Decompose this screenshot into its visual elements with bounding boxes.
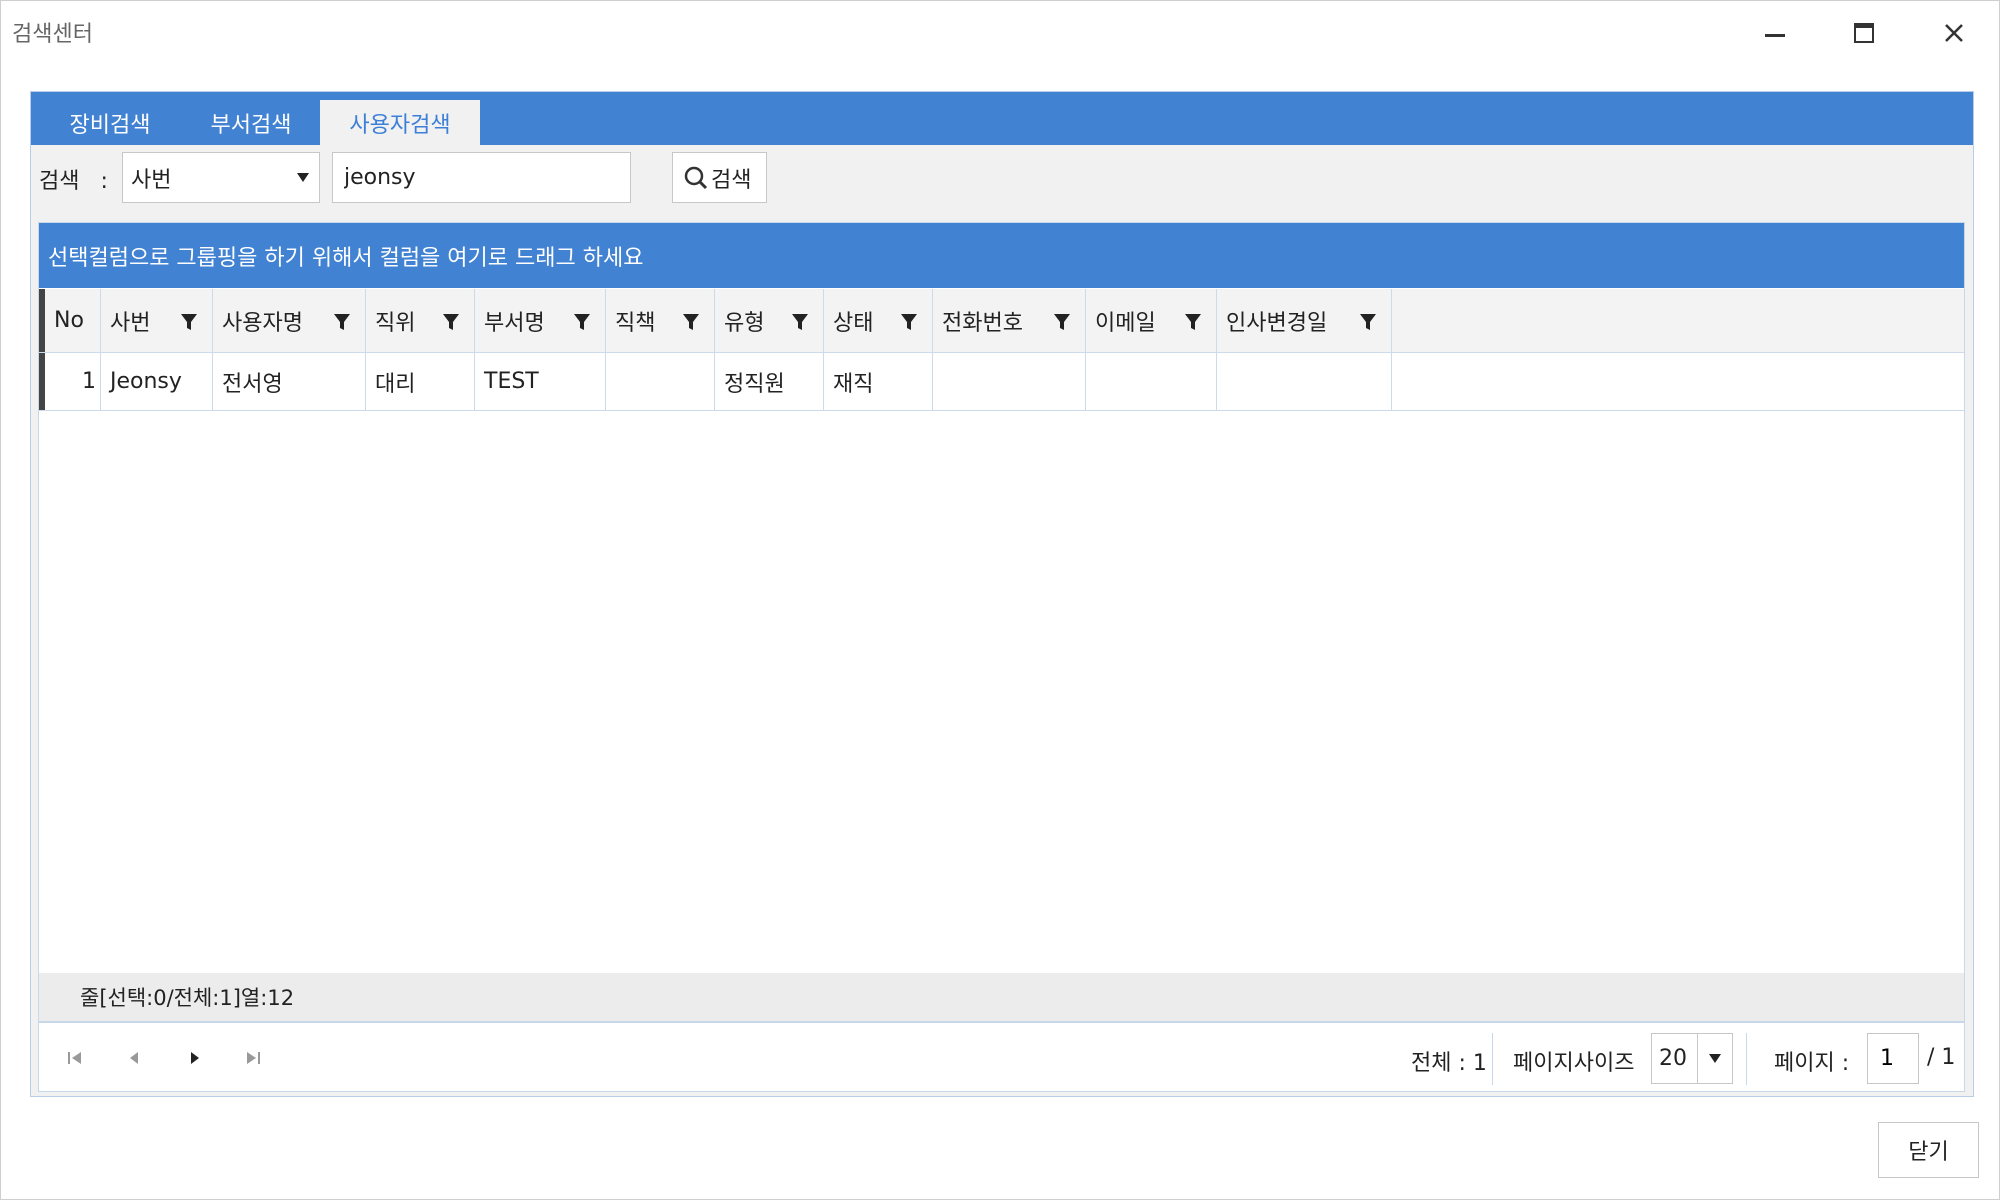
column-header-user-name[interactable]: 사용자명 (213, 289, 366, 352)
cell-duty (606, 353, 715, 410)
maximize-button[interactable] (1837, 9, 1891, 57)
last-page-icon (247, 1052, 260, 1064)
search-panel: 장비검색 부서검색 사용자검색 검색 : 사번 검색 선택컬럼으로 그룹핑을 하… (30, 91, 1974, 1097)
column-header-hr-change-date[interactable]: 인사변경일 (1217, 289, 1392, 352)
filter-icon[interactable] (1359, 313, 1377, 331)
column-header-duty[interactable]: 직책 (606, 289, 715, 352)
column-header-phone[interactable]: 전화번호 (933, 289, 1086, 352)
next-page-button[interactable] (182, 1045, 208, 1071)
page-total: / 1 (1927, 1045, 1956, 1070)
page-size-select[interactable]: 20 (1651, 1033, 1733, 1084)
maximize-icon (1854, 23, 1874, 43)
column-header-department[interactable]: 부서명 (475, 289, 606, 352)
column-header-label: 직책 (615, 310, 656, 336)
cell-no: 1 (45, 353, 101, 410)
column-header-label: 인사변경일 (1226, 310, 1328, 336)
previous-page-button[interactable] (121, 1045, 147, 1071)
column-header-employee-id[interactable]: 사번 (101, 289, 213, 352)
column-header-label: 전화번호 (942, 310, 1023, 336)
next-page-icon (191, 1052, 199, 1064)
close-icon (1945, 24, 1963, 42)
search-label-colon: : (100, 169, 108, 194)
column-header-label: 유형 (724, 310, 765, 336)
column-header-label: No (54, 308, 84, 333)
search-label-text: 검색 (39, 169, 80, 194)
column-header-label: 사번 (110, 310, 151, 336)
search-toolbar: 검색 : 사번 검색 (31, 145, 1973, 211)
cell-email (1086, 353, 1217, 410)
search-button-label: 검색 (711, 167, 752, 193)
search-input[interactable] (332, 152, 631, 203)
cell-position: 대리 (366, 353, 475, 410)
minimize-button[interactable] (1748, 9, 1802, 57)
select-divider (1697, 1034, 1698, 1083)
column-header-type[interactable]: 유형 (715, 289, 824, 352)
filter-icon[interactable] (791, 313, 809, 331)
filter-icon[interactable] (1184, 313, 1202, 331)
search-field-value: 사번 (131, 167, 172, 193)
grid-header-row: No 사번 사용자명 직위 부서명 직책 유형 상태 전화번호 이메일 인사변경… (39, 289, 1964, 353)
pagination-bar: 전체 : 1 페이지사이즈 20 페이지 : / 1 (39, 1025, 1964, 1091)
cell-department: TEST (475, 353, 606, 410)
table-row[interactable]: 1 Jeonsy 전서영 대리 TEST 정직원 재직 (39, 353, 1964, 411)
page-size-value: 20 (1659, 1046, 1687, 1071)
pager-divider (1492, 1033, 1493, 1085)
pager-divider (1746, 1033, 1747, 1085)
column-header-label: 이메일 (1095, 310, 1156, 336)
cell-employee-id: Jeonsy (101, 353, 213, 410)
filter-icon[interactable] (900, 313, 918, 331)
window-title: 검색센터 (12, 22, 93, 47)
cell-user-name: 전서영 (213, 353, 366, 410)
search-field-select[interactable]: 사번 (122, 152, 320, 203)
page-size-label: 페이지사이즈 (1513, 1051, 1635, 1076)
group-by-drop-area[interactable]: 선택컬럼으로 그룹핑을 하기 위해서 컬럼을 여기로 드래그 하세요 (39, 223, 1964, 288)
search-button[interactable]: 검색 (672, 152, 767, 203)
filter-icon[interactable] (682, 313, 700, 331)
first-page-button[interactable] (62, 1045, 88, 1071)
tab-bar: 장비검색 부서검색 사용자검색 (31, 92, 1973, 145)
column-header-status[interactable]: 상태 (824, 289, 933, 352)
tab-equipment-search[interactable]: 장비검색 (55, 100, 165, 145)
dropdown-arrow-icon (297, 173, 309, 182)
column-header-position[interactable]: 직위 (366, 289, 475, 352)
cell-type: 정직원 (715, 353, 824, 410)
filter-icon[interactable] (1053, 313, 1071, 331)
tab-user-search[interactable]: 사용자검색 (320, 100, 480, 145)
column-header-email[interactable]: 이메일 (1086, 289, 1217, 352)
cell-phone (933, 353, 1086, 410)
grid-status-bar: 줄[선택:0/전체:1]열:12 (39, 973, 1964, 1023)
column-header-label: 상태 (833, 310, 874, 336)
minimize-icon (1765, 34, 1785, 37)
close-button[interactable]: 닫기 (1878, 1122, 1979, 1178)
last-page-button[interactable] (240, 1045, 266, 1071)
column-header-label: 부서명 (484, 310, 545, 336)
user-grid: 선택컬럼으로 그룹핑을 하기 위해서 컬럼을 여기로 드래그 하세요 No 사번… (38, 222, 1965, 1092)
first-page-icon (68, 1052, 81, 1064)
filter-icon[interactable] (442, 313, 460, 331)
cell-hr-change-date (1217, 353, 1392, 410)
tab-department-search[interactable]: 부서검색 (196, 100, 306, 145)
page-label: 페이지 : (1774, 1051, 1850, 1076)
close-window-button[interactable] (1927, 9, 1981, 57)
column-header-label: 사용자명 (222, 310, 303, 336)
filter-icon[interactable] (180, 313, 198, 331)
total-count-label: 전체 : 1 (1411, 1051, 1487, 1076)
previous-page-icon (130, 1052, 138, 1064)
cell-status: 재직 (824, 353, 933, 410)
filter-icon[interactable] (573, 313, 591, 331)
dropdown-arrow-icon (1709, 1054, 1721, 1063)
page-number-input[interactable] (1867, 1033, 1919, 1084)
search-center-window: 검색센터 장비검색 부서검색 사용자검색 검색 : 사번 검색 (0, 0, 2000, 1200)
column-header-label: 직위 (375, 310, 416, 336)
column-header-no[interactable]: No (45, 289, 101, 352)
search-icon (684, 166, 708, 189)
filter-icon[interactable] (333, 313, 351, 331)
search-label: 검색 : (39, 163, 108, 195)
